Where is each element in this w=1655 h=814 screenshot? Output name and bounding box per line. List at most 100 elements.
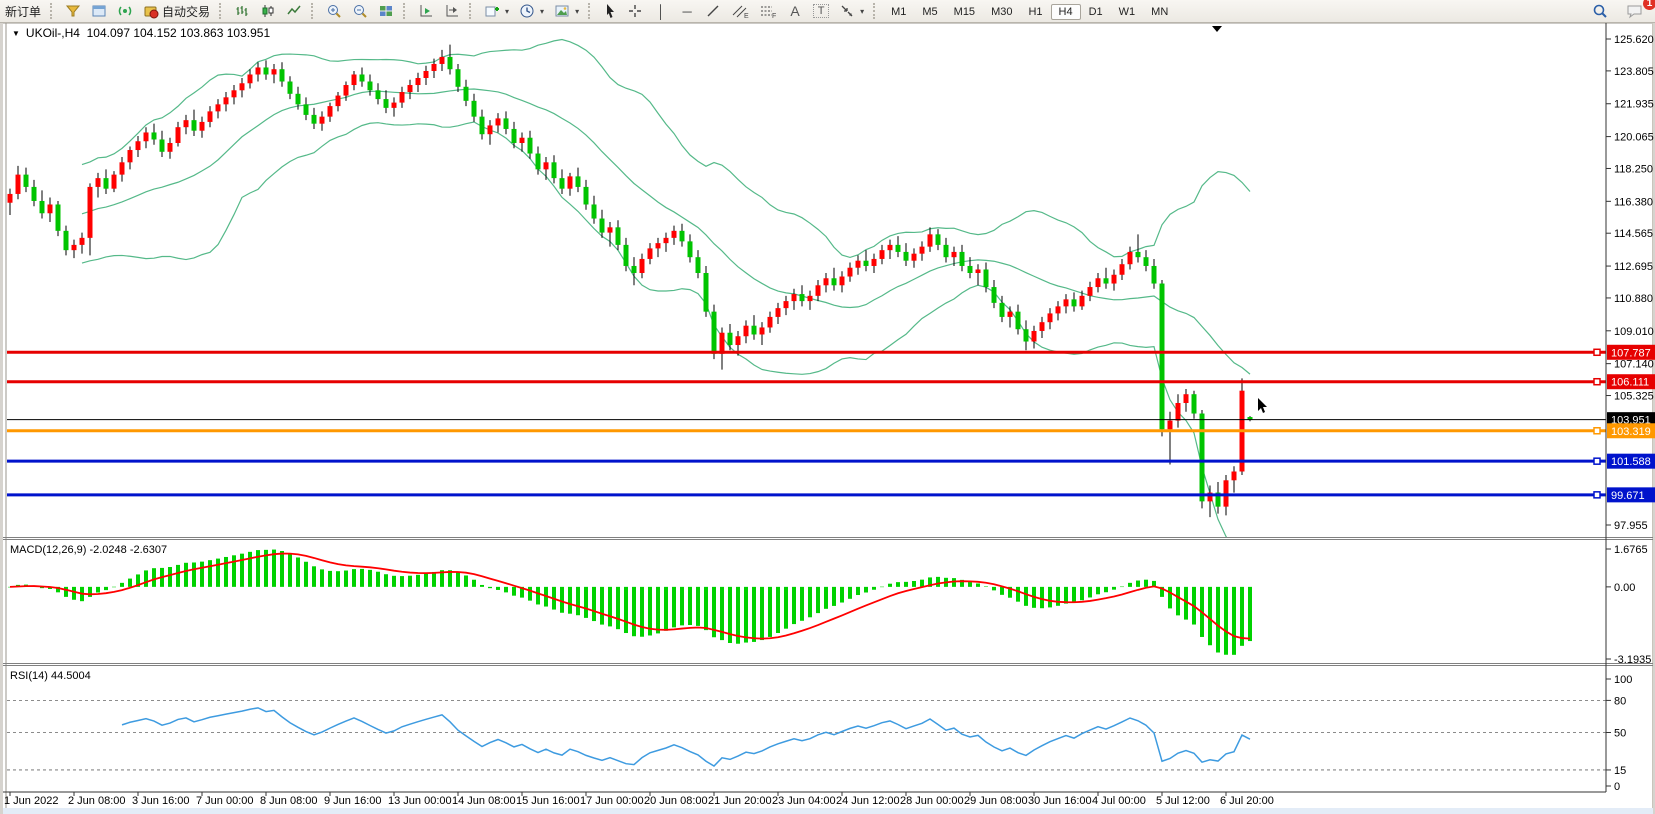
- label-button[interactable]: T: [808, 1, 834, 21]
- chart-candles-button[interactable]: [255, 1, 281, 21]
- search-button[interactable]: [1587, 1, 1613, 21]
- add-indicator-caret: ▾: [505, 7, 509, 16]
- timeframe-H4[interactable]: H4: [1051, 4, 1081, 20]
- chart-title: ▼UKOil-,H4 104.097 104.152 103.863 103.9…: [12, 26, 270, 40]
- new-order-button[interactable]: 新订单: [0, 1, 46, 21]
- auto-scroll-button[interactable]: [439, 1, 465, 21]
- chart-shift-icon: [418, 3, 434, 19]
- rsi-axis-label: 80: [1614, 695, 1626, 707]
- price-axis-label: 97.955: [1614, 520, 1648, 532]
- auto-trading-label: 自动交易: [162, 3, 210, 20]
- toolbar-grip: [588, 3, 594, 19]
- templates-caret: ▾: [575, 7, 579, 16]
- signal-icon: [117, 3, 133, 19]
- time-axis-label: 23 Jun 04:00: [772, 795, 836, 807]
- funnel-icon: [65, 3, 81, 19]
- hline-handle[interactable]: [1594, 428, 1600, 434]
- terminal-button[interactable]: [86, 1, 112, 21]
- time-axis-label: 7 Jun 00:00: [196, 795, 254, 807]
- time-axis-label: 1 Jun 2022: [4, 795, 58, 807]
- price-axis-label: 125.620: [1614, 34, 1654, 46]
- timeframe-W1[interactable]: W1: [1111, 4, 1144, 20]
- chat-icon: [1626, 3, 1644, 19]
- rsi-axis-label: 100: [1614, 674, 1632, 686]
- tile-windows-icon: [378, 3, 394, 19]
- timeframe-H1[interactable]: H1: [1020, 4, 1050, 20]
- crosshair-icon: [627, 3, 643, 19]
- time-axis-label: 5 Jul 12:00: [1156, 795, 1210, 807]
- tile-windows-button[interactable]: [373, 1, 399, 21]
- add-indicator-button[interactable]: ▾: [479, 1, 514, 21]
- periods-caret: ▾: [540, 7, 544, 16]
- arrows-caret: ▾: [860, 7, 864, 16]
- chart-ohlc-values: 104.097 104.152 103.863 103.951: [87, 26, 271, 40]
- toolbar: 新订单 自动交易: [0, 0, 1655, 23]
- price-axis-label: 112.695: [1614, 261, 1653, 273]
- funnel-button[interactable]: [60, 1, 86, 21]
- line-chart-icon: [286, 3, 302, 19]
- price-badge-label: 107.787: [1611, 347, 1651, 359]
- chart-shift-button[interactable]: [413, 1, 439, 21]
- text-button[interactable]: A: [782, 1, 808, 21]
- time-axis-label: 3 Jun 16:00: [132, 795, 190, 807]
- price-axis-label: 123.805: [1614, 66, 1654, 78]
- candlestick-chart-icon: [260, 3, 276, 19]
- zoom-in-icon: [326, 3, 342, 19]
- hline-handle[interactable]: [1594, 458, 1600, 464]
- fibonacci-button[interactable]: F: [754, 1, 782, 21]
- time-axis-label: 24 Jun 12:00: [836, 795, 900, 807]
- toolbar-grip: [311, 3, 317, 19]
- price-axis-label: 110.880: [1614, 293, 1653, 305]
- timeframe-MN[interactable]: MN: [1143, 4, 1176, 20]
- hline-handle[interactable]: [1594, 349, 1600, 355]
- crosshair-button[interactable]: [622, 1, 648, 21]
- chart-canvas[interactable]: 125.620123.805121.935120.065118.250116.3…: [0, 0, 1655, 814]
- text-icon: A: [787, 3, 803, 19]
- horizontal-line-button[interactable]: ─: [674, 1, 700, 21]
- auto-trading-button[interactable]: 自动交易: [138, 1, 215, 21]
- macd-axis-label: 0.00: [1614, 582, 1635, 594]
- auto-scroll-icon: [444, 3, 460, 19]
- trendline-icon: [705, 3, 721, 19]
- rsi-axis-label: 15: [1614, 765, 1626, 777]
- vertical-line-button[interactable]: │: [648, 1, 674, 21]
- timeframe-D1[interactable]: D1: [1081, 4, 1111, 20]
- toolbar-grip: [469, 3, 475, 19]
- hline-handle[interactable]: [1594, 379, 1600, 385]
- hline-handle[interactable]: [1594, 492, 1600, 498]
- chart-bars-button[interactable]: [229, 1, 255, 21]
- zoom-out-button[interactable]: [347, 1, 373, 21]
- arrows-button[interactable]: ▾: [834, 1, 869, 21]
- timeframe-M30[interactable]: M30: [983, 4, 1020, 20]
- timeframe-M15[interactable]: M15: [946, 4, 983, 20]
- time-axis-label: 30 Jun 16:00: [1028, 795, 1092, 807]
- zoom-in-button[interactable]: [321, 1, 347, 21]
- cursor-button[interactable]: [598, 1, 622, 21]
- timeframe-M5[interactable]: M5: [914, 4, 945, 20]
- macd-indicator-label: MACD(12,26,9) -2.0248 -2.6307: [10, 544, 167, 556]
- svg-text:E: E: [744, 13, 749, 19]
- terminal-window-icon: [91, 3, 107, 19]
- periods-button[interactable]: ▾: [514, 1, 549, 21]
- price-badge-label: 106.111: [1611, 377, 1649, 389]
- time-axis-label: 15 Jun 16:00: [516, 795, 580, 807]
- channel-button[interactable]: E: [726, 1, 754, 21]
- arrows-icon: [839, 3, 855, 19]
- price-badge-label: 99.671: [1611, 490, 1645, 502]
- notifications-button[interactable]: 1: [1621, 1, 1649, 21]
- toolbar-grip: [873, 3, 879, 19]
- price-axis-label: 107.140: [1614, 359, 1654, 371]
- signal-button[interactable]: [112, 1, 138, 21]
- add-indicator-icon: [484, 3, 500, 19]
- toolbar-grip: [50, 3, 56, 19]
- macd-axis-label: -3.1935: [1614, 654, 1651, 666]
- templates-button[interactable]: ▾: [549, 1, 584, 21]
- price-axis-label: 120.065: [1614, 132, 1654, 144]
- chart-line-button[interactable]: [281, 1, 307, 21]
- timeframe-M1[interactable]: M1: [883, 4, 914, 20]
- trendline-button[interactable]: [700, 1, 726, 21]
- symbol-dropdown-icon[interactable]: ▼: [12, 29, 20, 38]
- price-badge-label: 101.588: [1611, 456, 1651, 468]
- price-axis-label: 114.565: [1614, 228, 1653, 240]
- time-axis-label: 8 Jun 08:00: [260, 795, 318, 807]
